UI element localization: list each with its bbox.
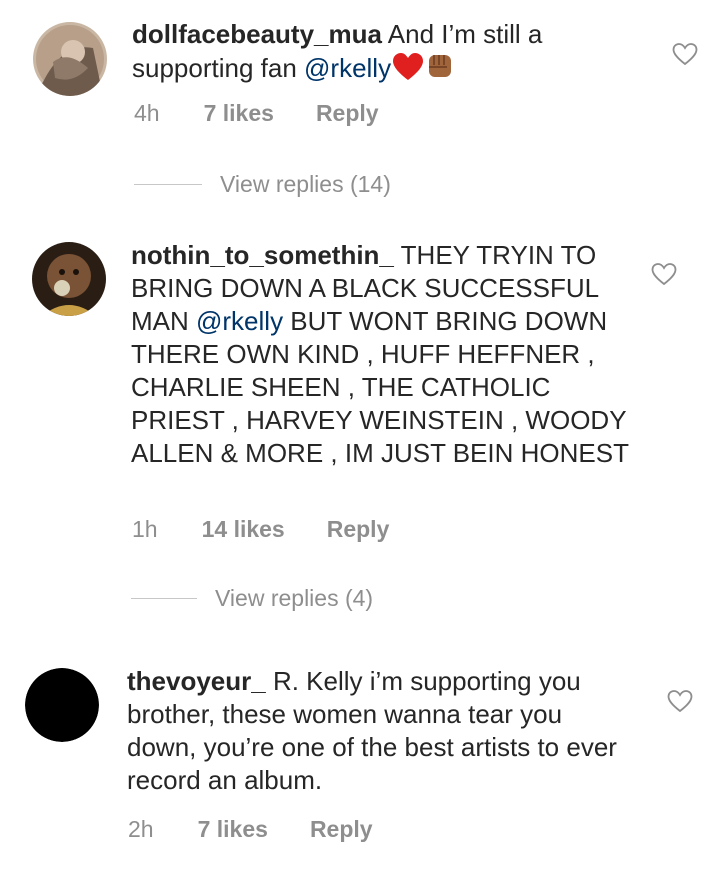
red-heart-emoji-icon [393, 53, 424, 89]
comment-meta: 2h 7 likes Reply [128, 816, 373, 843]
heart-outline-icon[interactable] [667, 689, 693, 713]
comment-text: nothin_to_somethin_ THEY TRYIN TO BRING … [131, 239, 631, 470]
comment-username[interactable]: nothin_to_somethin_ [131, 240, 394, 270]
comment-text: dollfacebeauty_mua And I’m still a suppo… [132, 18, 592, 89]
likes-count[interactable]: 14 likes [202, 516, 285, 543]
heart-outline-icon[interactable] [672, 42, 698, 66]
comment-username[interactable]: dollfacebeauty_mua [132, 19, 382, 49]
reply-button[interactable]: Reply [316, 100, 379, 127]
likes-count[interactable]: 7 likes [198, 816, 268, 843]
heart-outline-icon[interactable] [651, 262, 677, 286]
view-replies-label: View replies (14) [220, 171, 391, 197]
avatar[interactable] [33, 22, 107, 96]
replies-divider-line [134, 184, 202, 185]
likes-count[interactable]: 7 likes [204, 100, 274, 127]
comment-text: thevoyeur_ R. Kelly i’m supporting you b… [127, 665, 627, 797]
view-replies-button[interactable]: View replies (4) [131, 585, 373, 612]
raised-fist-emoji-icon [425, 51, 455, 89]
mention-link[interactable]: @rkelly [196, 306, 283, 336]
comment-time: 4h [134, 100, 160, 126]
comment-time: 2h [128, 816, 154, 842]
mention-link[interactable]: @rkelly [304, 53, 391, 83]
replies-divider-line [131, 598, 197, 599]
comment-meta: 4h 7 likes Reply [134, 100, 379, 127]
comment-meta: 1h 14 likes Reply [132, 516, 389, 543]
comment-item: thevoyeur_ R. Kelly i’m supporting you b… [0, 660, 720, 894]
comment-item: dollfacebeauty_mua And I’m still a suppo… [0, 0, 720, 210]
avatar[interactable] [25, 668, 99, 742]
reply-button[interactable]: Reply [327, 516, 390, 543]
view-replies-button[interactable]: View replies (14) [134, 171, 391, 198]
avatar[interactable] [32, 242, 106, 316]
comment-username[interactable]: thevoyeur_ [127, 666, 266, 696]
view-replies-label: View replies (4) [215, 585, 374, 611]
reply-button[interactable]: Reply [310, 816, 373, 843]
comment-item: nothin_to_somethin_ THEY TRYIN TO BRING … [0, 230, 720, 630]
comment-time: 1h [132, 516, 158, 542]
